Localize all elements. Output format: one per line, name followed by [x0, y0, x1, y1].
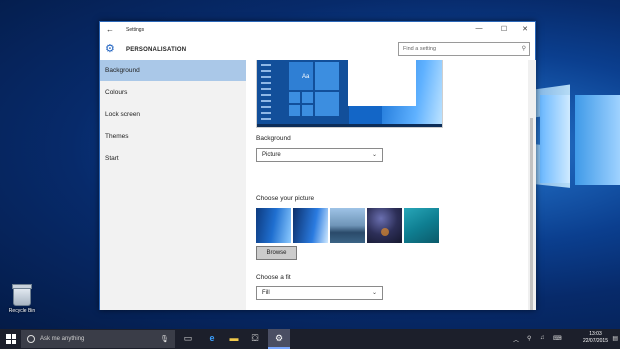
search-icon[interactable]: ⚲ — [522, 45, 526, 52]
back-arrow-icon[interactable]: ← — [106, 25, 114, 34]
preview-taskbar — [257, 124, 442, 127]
chevron-down-icon: ⌄ — [371, 152, 377, 158]
title-bar[interactable]: ← Settings — ☐ ✕ — [100, 22, 535, 40]
sidebar-item-lock-screen[interactable]: Lock screen — [100, 104, 246, 125]
content-pane: Aa Background Picture ⌄ Choose your pict… — [246, 60, 528, 310]
clock-date: 22/07/2015 — [582, 338, 608, 344]
maximize-button[interactable]: ☐ — [497, 25, 511, 33]
fit-dropdown[interactable]: Fill ⌄ — [256, 286, 383, 300]
preview-tile-text: Aa — [302, 74, 310, 80]
preview-start-menu — [257, 60, 349, 127]
taskbar-settings-app[interactable]: ⚙ — [268, 329, 290, 349]
start-button[interactable] — [6, 334, 16, 344]
page-title: PERSONALISATION — [126, 47, 187, 53]
recycle-bin-label: Recycle Bin — [8, 308, 36, 314]
search-input[interactable]: Find a setting ⚲ — [398, 42, 530, 56]
cortana-search-box[interactable]: Ask me anything 🎙 — [21, 330, 175, 348]
picture-thumbnail[interactable] — [367, 208, 402, 243]
fit-label: Choose a fit — [256, 274, 291, 281]
minimize-button[interactable]: — — [472, 25, 486, 32]
sidebar-item-start[interactable]: Start — [100, 148, 246, 169]
wallpaper-window-pane — [575, 95, 620, 185]
browse-button[interactable]: Browse — [256, 246, 297, 260]
preview-window — [348, 60, 416, 106]
chevron-down-icon: ⌄ — [371, 290, 377, 296]
background-dropdown[interactable]: Picture ⌄ — [256, 148, 383, 162]
volume-icon[interactable]: ♫ — [540, 335, 545, 341]
clock-time: 13:03 — [589, 331, 602, 337]
search-placeholder: Find a setting — [403, 46, 437, 52]
edge-icon[interactable]: e — [205, 333, 219, 343]
cortana-placeholder: Ask me anything — [40, 336, 85, 342]
scrollbar-thumb[interactable] — [530, 118, 533, 310]
cortana-icon — [27, 335, 35, 343]
chevron-up-icon[interactable]: ︿ — [513, 335, 519, 344]
file-explorer-icon[interactable]: ▬ — [227, 333, 241, 343]
recycle-bin-icon — [12, 284, 32, 306]
gear-icon: ⚙ — [105, 43, 115, 55]
sidebar-item-label: Lock screen — [105, 111, 141, 118]
sidebar-item-colours[interactable]: Colours — [100, 82, 246, 103]
browse-button-label: Browse — [266, 250, 287, 256]
choose-picture-label: Choose your picture — [256, 195, 315, 202]
sidebar-item-label: Start — [105, 155, 119, 162]
sidebar-item-background[interactable]: Background — [100, 60, 246, 81]
background-preview: Aa — [256, 60, 443, 128]
close-button[interactable]: ✕ — [518, 25, 532, 33]
keyboard-icon[interactable]: ⌨ — [553, 335, 562, 342]
store-icon[interactable]: ⛋ — [248, 333, 262, 344]
sidebar-item-label: Colours — [105, 89, 128, 96]
dropdown-value: Picture — [262, 152, 281, 158]
network-icon[interactable]: ⚲ — [527, 335, 531, 342]
action-center-icon[interactable]: ▤ — [612, 335, 618, 342]
picture-thumbnail[interactable] — [293, 208, 328, 243]
picture-thumbnail[interactable] — [404, 208, 439, 243]
task-view-icon[interactable]: ▭ — [181, 333, 195, 344]
taskbar-clock[interactable]: 13:03 22/07/2015 — [583, 331, 608, 345]
settings-icon: ⚙ — [274, 333, 284, 343]
sidebar: Background Colours Lock screen Themes St… — [100, 60, 246, 310]
taskbar: Ask me anything 🎙 ▭ e ▬ ⛋ ⚙ ︿ ⚲ ♫ ⌨ 13:0… — [0, 329, 620, 349]
sidebar-item-themes[interactable]: Themes — [100, 126, 246, 147]
wallpaper-window-pane — [540, 95, 570, 183]
background-label: Background — [256, 135, 291, 142]
picture-thumbnail[interactable] — [256, 208, 291, 243]
sidebar-item-label: Themes — [105, 133, 129, 140]
settings-window: ← Settings — ☐ ✕ ⚙ PERSONALISATION Find … — [99, 21, 536, 310]
window-title: Settings — [126, 27, 145, 33]
microphone-icon[interactable]: 🎙 — [160, 335, 169, 343]
picture-thumbnail[interactable] — [330, 208, 365, 243]
sidebar-item-label: Background — [105, 67, 140, 74]
recycle-bin-shortcut[interactable]: Recycle Bin — [4, 284, 40, 314]
dropdown-value: Fill — [262, 290, 270, 296]
content-scrollbar[interactable] — [528, 60, 536, 310]
picture-gallery — [256, 208, 439, 244]
